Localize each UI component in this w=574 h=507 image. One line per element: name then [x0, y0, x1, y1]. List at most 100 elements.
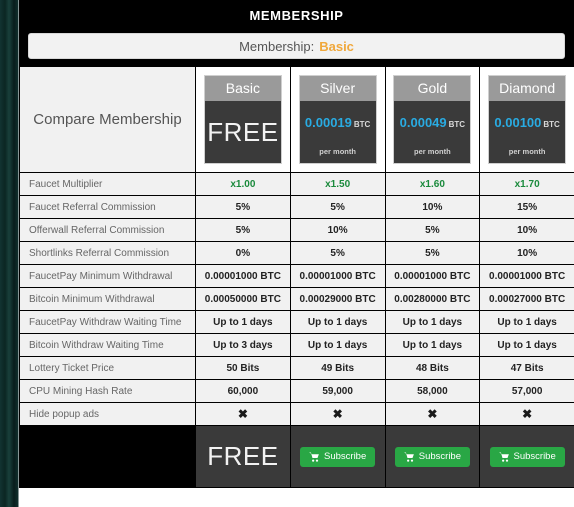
- subscribe-button-silver[interactable]: Subscribe: [300, 446, 376, 467]
- row-value: 5%: [384, 218, 481, 242]
- row-value: x1.60: [384, 172, 481, 196]
- tier-price-period: per month: [319, 147, 356, 156]
- tier-price-free: FREE: [207, 117, 279, 147]
- subscribe-button-diamond[interactable]: Subscribe: [489, 446, 565, 467]
- row-value: 10%: [289, 218, 386, 242]
- row-value: 48 Bits: [384, 356, 481, 380]
- row-label: Lottery Ticket Price: [19, 356, 196, 380]
- row-value: 10%: [479, 241, 574, 265]
- cross-icon: ✖: [289, 402, 386, 426]
- tier-price: 0.00049 BTC: [394, 114, 470, 132]
- tier-price-body: 0.00049 BTC per month: [394, 101, 471, 163]
- tier-price-currency: BTC: [448, 120, 466, 129]
- cross-icon: ✖: [384, 402, 481, 426]
- tier-price-period: per month: [414, 147, 451, 156]
- tier-price-amount: 0.00049: [399, 115, 447, 130]
- cross-icon: ✖: [479, 402, 574, 426]
- row-value: 49 Bits: [289, 356, 386, 380]
- tier-name: Gold: [394, 76, 471, 101]
- tier-footer-free-label: FREE: [207, 441, 279, 471]
- tier-footer-basic: FREE: [195, 425, 291, 488]
- cart-icon: [309, 451, 320, 462]
- table-header-row: Compare Membership Basic FREE Silver 0.00019…: [19, 66, 574, 173]
- tier-header-gold: Gold 0.00049 BTC per month: [384, 66, 481, 173]
- table-row: Offerwall Referral Commission 5% 10% 5% 10%: [19, 218, 574, 242]
- row-value: 58,000: [384, 379, 481, 403]
- table-row: Shortlinks Referral Commission 0% 5% 5% 10%: [19, 241, 574, 265]
- subscribe-button-label: Subscribe: [513, 450, 556, 462]
- row-value: 60,000: [195, 379, 291, 403]
- table-row: FaucetPay Withdraw Waiting Time Up to 1 d…: [19, 310, 574, 334]
- row-value: 59,000: [289, 379, 386, 403]
- row-label: Faucet Multiplier: [19, 172, 196, 196]
- cross-icon-glyph: ✖: [427, 407, 438, 421]
- row-value: 0.00027000 BTC: [479, 287, 574, 311]
- cart-icon: [498, 451, 510, 462]
- row-value: Up to 1 days: [384, 310, 481, 334]
- tier-name: Diamond: [489, 76, 566, 101]
- table-row: CPU Mining Hash Rate 60,000 59,000 58,000 57…: [19, 379, 574, 403]
- row-label: Shortlinks Referral Commission: [19, 241, 196, 265]
- current-membership-label: Membership:: [239, 38, 315, 54]
- row-label: Bitcoin Minimum Withdrawal: [19, 287, 196, 311]
- row-value: 15%: [479, 195, 574, 219]
- cart-icon: [403, 451, 415, 462]
- table-row: FaucetPay Minimum Withdrawal 0.00001000 B…: [19, 264, 574, 288]
- row-value: 0.00001000 BTC: [195, 264, 291, 288]
- row-value: Up to 1 days: [384, 333, 481, 357]
- compare-membership-label: Compare Membership: [19, 66, 196, 173]
- row-value: 0.00001000 BTC: [479, 264, 574, 288]
- row-value: 10%: [479, 218, 574, 242]
- tier-card: Silver 0.00019 BTC per month: [298, 75, 377, 164]
- row-label: FaucetPay Withdraw Waiting Time: [19, 310, 196, 334]
- tier-price-amount: 0.00019: [304, 115, 352, 130]
- row-value: 5%: [195, 218, 291, 242]
- tier-header-diamond: Diamond 0.00100 BTC per month: [479, 66, 574, 173]
- row-label: CPU Mining Hash Rate: [19, 379, 196, 403]
- tier-name: Basic: [204, 76, 281, 101]
- current-membership-value: Basic: [319, 38, 354, 54]
- page-title: MEMBERSHIP: [249, 8, 344, 23]
- tier-card: Diamond 0.00100 BTC per month: [488, 75, 567, 164]
- row-value: 5%: [289, 241, 386, 265]
- row-value: 0.00280000 BTC: [384, 287, 481, 311]
- tier-price-currency: BTC: [543, 120, 560, 129]
- tier-price: 0.00100 BTC: [489, 114, 565, 132]
- cross-icon: ✖: [195, 402, 291, 426]
- tier-footer-silver: Subscribe: [289, 425, 386, 488]
- tier-header-silver: Silver 0.00019 BTC per month: [289, 66, 386, 173]
- tier-price-body: FREE: [204, 101, 281, 163]
- tier-price-period: per month: [508, 147, 546, 156]
- row-label: Faucet Referral Commission: [19, 195, 196, 219]
- row-value: x1.00: [195, 172, 291, 196]
- table-row: Faucet Multiplier x1.00 x1.50 x1.60 x1.70: [19, 172, 574, 196]
- table-row: Faucet Referral Commission 5% 5% 10% 15%: [19, 195, 574, 219]
- membership-panel: MEMBERSHIP Membership: Basic Compare Mem…: [19, 0, 574, 507]
- row-value: 0.00001000 BTC: [289, 264, 386, 288]
- row-value: 0%: [195, 241, 291, 265]
- subscribe-button-label: Subscribe: [418, 450, 461, 462]
- cross-icon-glyph: ✖: [332, 407, 343, 421]
- row-value: 0.00029000 BTC: [289, 287, 386, 311]
- row-value: 0.00001000 BTC: [384, 264, 481, 288]
- cross-icon-glyph: ✖: [522, 407, 533, 421]
- row-value: 10%: [384, 195, 481, 219]
- tier-name: Silver: [299, 76, 376, 101]
- row-value: Up to 1 days: [289, 333, 386, 357]
- titlebar: MEMBERSHIP Membership: Basic: [19, 0, 574, 66]
- row-value: Up to 1 days: [479, 310, 574, 334]
- row-value: Up to 1 days: [195, 310, 291, 334]
- row-value: 50 Bits: [195, 356, 291, 380]
- row-value: 57,000: [479, 379, 574, 403]
- row-label: Bitcoin Withdraw Waiting Time: [19, 333, 196, 357]
- row-label: Hide popup ads: [19, 402, 196, 426]
- row-value: Up to 1 days: [289, 310, 386, 334]
- subscribe-button-gold[interactable]: Subscribe: [394, 446, 470, 467]
- row-value: 47 Bits: [479, 356, 574, 380]
- row-label: FaucetPay Minimum Withdrawal: [19, 264, 196, 288]
- footer-spacer: [19, 425, 196, 488]
- row-value: 0.00050000 BTC: [195, 287, 291, 311]
- row-value: 5%: [384, 241, 481, 265]
- table-row: Lottery Ticket Price 50 Bits 49 Bits 48 Bit…: [19, 356, 574, 380]
- row-value: Up to 1 days: [479, 333, 574, 357]
